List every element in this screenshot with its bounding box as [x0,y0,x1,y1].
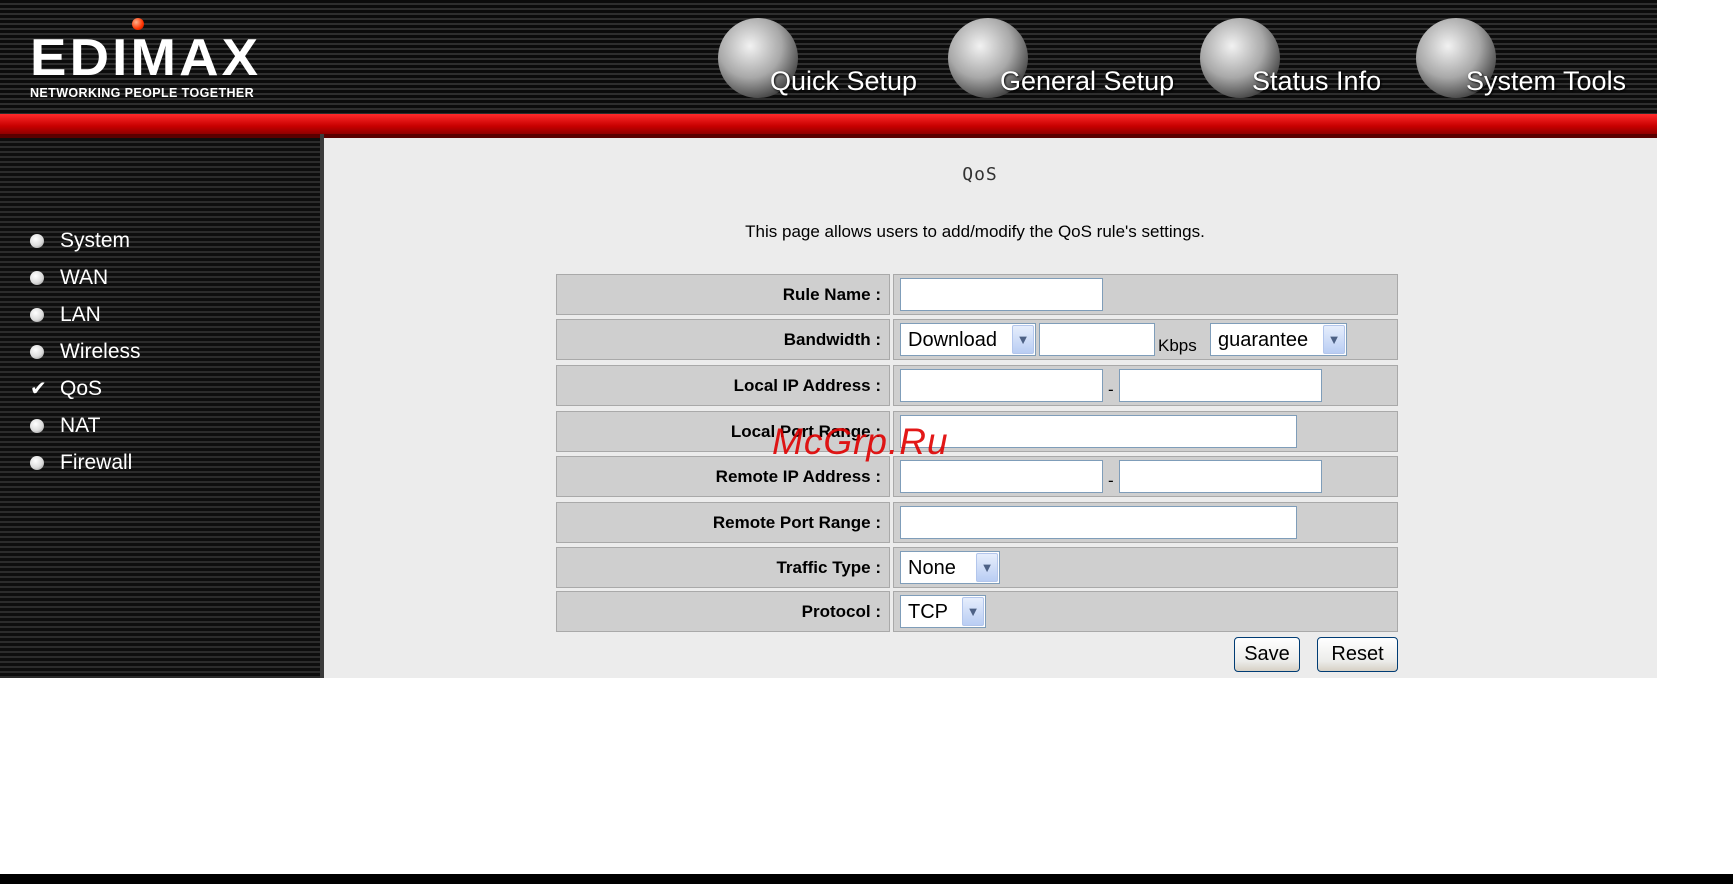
nav-label: General Setup [1000,66,1175,96]
nav-general-setup[interactable]: General Setup [948,18,1188,104]
nav-label: System Tools [1466,66,1627,96]
chevron-down-icon: ▼ [1323,325,1345,354]
form-value-cell: None ▼ [893,547,1398,588]
form-value-cell: - [893,365,1398,406]
sidebar-item-label: Wireless [60,339,141,363]
form-value-cell [893,411,1398,452]
radio-bullet-icon [30,455,44,470]
form-value-cell: Download ▼ Kbps guarantee ▼ [893,319,1398,360]
sidebar-item-system[interactable]: System [28,222,141,259]
protocol-select[interactable]: TCP ▼ [900,595,986,628]
nav-status-info[interactable]: Status Info [1200,18,1400,104]
remote-ip-end-input[interactable] [1119,460,1322,493]
bottom-black-bar [0,874,1733,884]
sidebar-item-label: LAN [60,302,101,326]
sidebar-item-nat[interactable]: NAT [28,407,141,444]
logo-dot-icon [132,18,144,30]
remote-port-label: Remote Port Range : [556,502,890,543]
watermark-text: McGrp.Ru [772,421,949,462]
checkmark-icon: ✔ [30,377,47,400]
nav-label: Quick Setup [770,66,918,96]
sidebar-item-label: NAT [60,413,101,437]
page-title: QoS [962,164,998,185]
form-value-cell: TCP ▼ [893,591,1398,632]
sidebar-item-label: WAN [60,265,109,289]
router-admin-page: EDIMAX NETWORKING PEOPLE TOGETHER Quick … [0,0,1657,678]
radio-bullet-icon [30,418,44,433]
bandwidth-label: Bandwidth : [556,319,890,360]
rule-name-label: Rule Name : [556,274,890,315]
sidebar-item-lan[interactable]: LAN [28,296,141,333]
ip-range-separator: - [1108,471,1114,490]
traffic-type-select[interactable]: None ▼ [900,551,1000,584]
rule-name-input[interactable] [900,278,1103,311]
ip-range-separator: - [1108,380,1114,399]
form-row-remote-port: Remote Port Range : [556,502,1398,543]
traffic-type-label: Traffic Type : [556,547,890,588]
remote-port-range-input[interactable] [900,506,1297,539]
chevron-down-icon: ▼ [976,553,998,582]
chevron-down-icon: ▼ [962,597,984,626]
form-value-cell [893,274,1398,315]
local-ip-start-input[interactable] [900,369,1103,402]
local-port-range-input[interactable] [900,415,1297,448]
bandwidth-unit: Kbps [1158,336,1197,355]
local-ip-label: Local IP Address : [556,365,890,406]
radio-bullet-icon [30,344,44,359]
sidebar-menu: System WAN LAN Wireless ✔ QoS NAT Firewa… [28,222,141,481]
form-row-local-ip: Local IP Address : - [556,365,1398,406]
sidebar-item-label: QoS [60,376,103,400]
form-row-protocol: Protocol : TCP ▼ [556,591,1398,632]
reset-button[interactable]: Reset [1317,637,1398,672]
protocol-label: Protocol : [556,591,890,632]
chevron-down-icon: ▼ [1012,325,1034,354]
select-value: TCP [908,601,948,623]
form-row-bandwidth: Bandwidth : Download ▼ Kbps guarantee ▼ [556,319,1398,360]
form-value-cell [893,502,1398,543]
form-row-local-port: Local Port Range : [556,411,1398,452]
bandwidth-direction-select[interactable]: Download ▼ [900,323,1036,356]
sidebar-divider [320,134,324,678]
header: EDIMAX NETWORKING PEOPLE TOGETHER Quick … [0,0,1657,114]
sidebar-item-qos[interactable]: ✔ QoS [28,370,141,407]
logo-wordmark: EDIMAX [30,29,262,87]
select-value: None [908,557,956,579]
bandwidth-mode-select[interactable]: guarantee ▼ [1210,323,1347,356]
save-button[interactable]: Save [1234,637,1300,672]
form-row-traffic-type: Traffic Type : None ▼ [556,547,1398,588]
select-value: guarantee [1218,329,1309,351]
bandwidth-input[interactable] [1039,323,1155,356]
nav-quick-setup[interactable]: Quick Setup [718,18,938,104]
radio-bullet-icon [30,270,44,285]
nav-label: Status Info [1252,66,1382,96]
select-value: Download [908,329,997,351]
logo-tagline: NETWORKING PEOPLE TOGETHER [30,86,255,100]
sidebar-item-label: System [60,228,131,252]
form-value-cell: - [893,456,1398,497]
sidebar-item-firewall[interactable]: Firewall [28,444,141,481]
sidebar-item-label: Firewall [60,450,133,474]
form-row-remote-ip: Remote IP Address : - [556,456,1398,497]
remote-ip-start-input[interactable] [900,460,1103,493]
page-description: This page allows users to add/modify the… [745,222,1205,241]
header-red-stripe [0,114,1657,134]
sidebar-item-wireless[interactable]: Wireless [28,333,141,370]
sidebar-item-wan[interactable]: WAN [28,259,141,296]
radio-bullet-icon [30,233,44,248]
edimax-logo: EDIMAX NETWORKING PEOPLE TOGETHER [30,18,258,100]
nav-system-tools[interactable]: System Tools [1416,18,1656,104]
form-row-rule-name: Rule Name : [556,274,1398,315]
local-ip-end-input[interactable] [1119,369,1322,402]
radio-bullet-icon [30,307,44,322]
